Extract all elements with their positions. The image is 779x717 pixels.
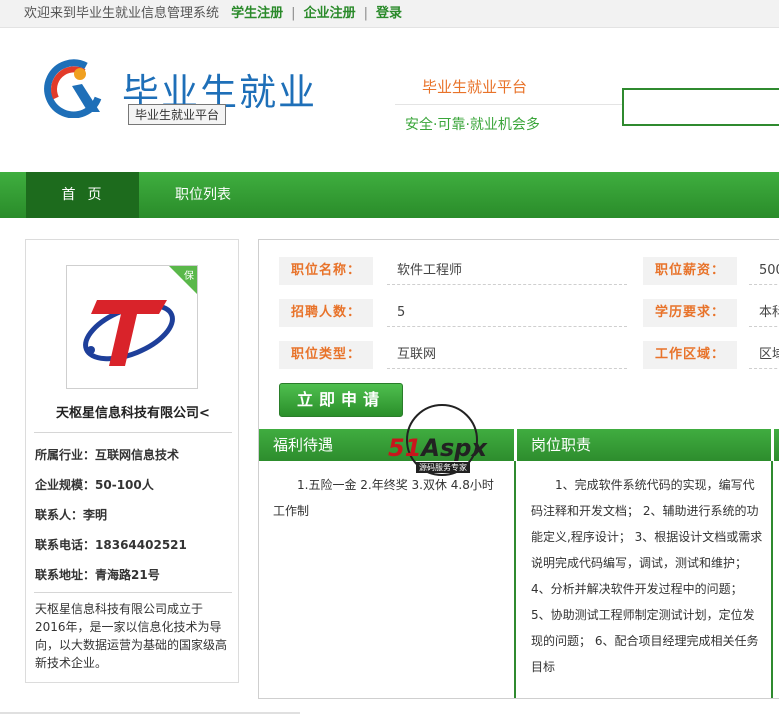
slogan-secondary: 安全·可靠·就业机会多	[405, 117, 540, 133]
scale-label: 企业规模：	[35, 478, 96, 492]
address-value: 青海路21号	[95, 568, 160, 582]
column-divider	[514, 461, 516, 698]
education-label: 学历要求：	[643, 299, 737, 327]
education-value: 本科	[749, 299, 779, 327]
job-detail-panel: 职位名称： 软件工程师 职位薪资： 5000 招聘人数： 5 学历要求： 本科 …	[258, 239, 779, 699]
login-link[interactable]: 登录	[376, 6, 402, 21]
duties-header: 岗位职责	[517, 429, 771, 461]
headcount-value: 5	[387, 299, 627, 327]
extra-section-header	[774, 429, 779, 461]
company-name: 天枢星信息科技有限公司<	[56, 406, 210, 421]
duties-text: 1、完成软件系统代码的实现，编写代码注释和开发文档； 2、辅助进行系统的功能定义…	[531, 478, 763, 674]
apply-now-button[interactable]: 立即申请	[279, 383, 403, 417]
watermark-brand-number: 51	[388, 434, 422, 462]
guarantee-badge-text: 保	[184, 271, 194, 282]
company-register-link[interactable]: 企业注册	[304, 6, 356, 21]
industry-value: 互联网信息技术	[95, 448, 180, 462]
nav-home[interactable]: 首页	[26, 172, 139, 218]
company-panel: 保 天枢星信息科技有限公司< 所属行业：互联网信息技术 企业规模：50-100人…	[25, 239, 239, 683]
phone-label: 联系电话：	[35, 538, 96, 552]
company-phone: 联系电话：18364402521	[35, 536, 187, 553]
divider	[34, 592, 232, 593]
company-description: 天枢星信息科技有限公司成立于2016年，是一家以信息化技术为导向，以大数据运营为…	[35, 602, 228, 670]
student-register-link[interactable]: 学生注册	[231, 6, 283, 21]
watermark-logo: 51Aspx 源码服务专家	[386, 404, 510, 494]
slogan-divider	[395, 104, 625, 105]
job-name-label: 职位名称：	[279, 257, 373, 285]
watermark-brand-text: Aspx	[421, 434, 487, 462]
page-bottom-line	[0, 712, 300, 714]
company-scale: 企业规模：50-100人	[35, 476, 154, 493]
separator: |	[291, 6, 296, 21]
industry-label: 所属行业：	[35, 448, 96, 462]
slogan-primary: 毕业生就业平台	[422, 78, 528, 96]
company-logo[interactable]: 保	[66, 265, 198, 389]
divider	[34, 432, 232, 433]
salary-label: 职位薪资：	[643, 257, 737, 285]
welcome-text: 欢迎来到毕业生就业信息管理系统	[24, 6, 220, 21]
address-label: 联系地址：	[35, 568, 96, 582]
search-input[interactable]	[622, 88, 779, 126]
logo-tooltip: 毕业生就业平台	[128, 104, 227, 125]
phone-value: 18364402521	[95, 538, 187, 552]
site-logo-icon	[44, 59, 102, 118]
job-name-value: 软件工程师	[387, 257, 627, 285]
top-bar: 欢迎来到毕业生就业信息管理系统 学生注册 | 企业注册 | 登录	[0, 0, 779, 28]
company-industry: 所属行业：互联网信息技术	[35, 446, 179, 463]
main-nav: 首页 职位列表	[0, 172, 779, 218]
company-contact: 联系人：李明	[35, 506, 107, 523]
salary-value: 5000	[749, 257, 779, 285]
nav-job-list[interactable]: 职位列表	[160, 172, 246, 218]
job-type-value: 互联网	[387, 341, 627, 369]
job-type-label: 职位类型：	[279, 341, 373, 369]
contact-label: 联系人：	[35, 508, 84, 522]
watermark-subtitle: 源码服务专家	[416, 462, 470, 473]
contact-value: 李明	[83, 508, 108, 522]
column-divider	[771, 461, 773, 698]
site-header: 毕业生就业 毕业生就业平台 毕业生就业平台 安全·可靠·就业机会多	[0, 28, 779, 172]
work-area-label: 工作区域：	[643, 341, 737, 369]
company-address: 联系地址：青海路21号	[35, 566, 160, 583]
separator: |	[363, 6, 368, 21]
watermark-brand: 51Aspx	[388, 434, 487, 462]
scale-value: 50-100人	[95, 478, 154, 492]
work-area-value: 区域	[749, 341, 779, 369]
headcount-label: 招聘人数：	[279, 299, 373, 327]
